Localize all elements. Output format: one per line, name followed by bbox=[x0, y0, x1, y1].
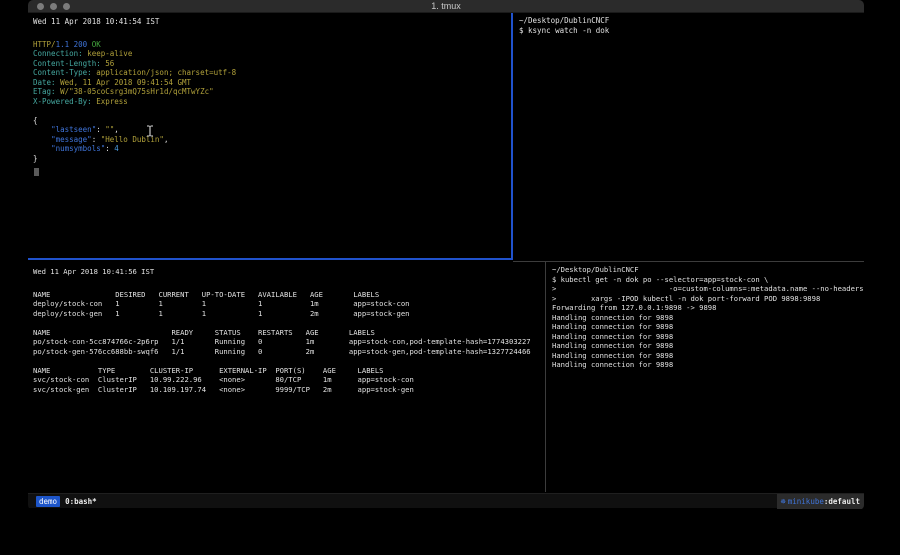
session-name-badge: demo bbox=[36, 496, 60, 507]
pane-ksync[interactable]: ~/Desktop/DublinCNCF $ ksync watch -n do… bbox=[513, 13, 864, 258]
cwd-line: ~/Desktop/DublinCNCF bbox=[519, 16, 864, 26]
command-line: $ ksync watch -n dok bbox=[519, 26, 864, 36]
kube-context-name: minikube bbox=[788, 494, 824, 509]
http-header-line: X-Powered-By: Express bbox=[33, 97, 511, 107]
pane-port-forward[interactable]: ~/Desktop/DublinCNCF $ kubectl get -n do… bbox=[546, 262, 864, 492]
kube-context-badge: ☸ minikube :default bbox=[777, 494, 864, 509]
terminal-cursor bbox=[34, 168, 39, 176]
port-forward-output: ~/Desktop/DublinCNCF $ kubectl get -n do… bbox=[552, 265, 864, 370]
json-close-brace: } bbox=[33, 154, 511, 164]
terminal-window: 1. tmux Wed 11 Apr 2018 10:41:54 IST HTT… bbox=[28, 0, 864, 510]
deployments-table: NAME DESIRED CURRENT UP-TO-DATE AVAILABL… bbox=[33, 290, 545, 319]
http-header-line: Connection: keep-alive bbox=[33, 49, 511, 59]
http-header-line: Content-Length: 56 bbox=[33, 59, 511, 69]
tmux-status-bar: demo 0:bash* ☸ minikube :default bbox=[28, 493, 864, 508]
pane-http-response[interactable]: Wed 11 Apr 2018 10:41:54 IST HTTP/1.1 20… bbox=[28, 13, 511, 258]
text-cursor-pointer-icon bbox=[146, 125, 154, 140]
json-entry: "lastseen": "", bbox=[33, 125, 511, 135]
http-header-line: Content-Type: application/json; charset=… bbox=[33, 68, 511, 78]
window-tab-bash[interactable]: 0:bash* bbox=[65, 494, 97, 509]
kube-namespace: :default bbox=[824, 494, 860, 509]
json-entry: "message": "Hello Dublin", bbox=[33, 135, 511, 145]
json-entry: "numsymbols": 4 bbox=[33, 144, 511, 154]
http-header-line: ETag: W/"38-05coCsrg3mQ75sHr1d/qcMTwYZc" bbox=[33, 87, 511, 97]
timestamp-line: Wed 11 Apr 2018 10:41:56 IST bbox=[33, 267, 545, 277]
window-title: 1. tmux bbox=[28, 1, 864, 11]
timestamp-line: Wed 11 Apr 2018 10:41:54 IST bbox=[33, 17, 511, 27]
tmux-session: Wed 11 Apr 2018 10:41:54 IST HTTP/1.1 20… bbox=[28, 13, 864, 510]
http-status-line: HTTP/1.1 200 OK bbox=[33, 40, 511, 50]
services-table: NAME TYPE CLUSTER-IP EXTERNAL-IP PORT(S)… bbox=[33, 366, 545, 395]
kubernetes-helm-icon: ☸ bbox=[781, 494, 786, 509]
pods-table: NAME READY STATUS RESTARTS AGE LABELS po… bbox=[33, 328, 545, 357]
window-titlebar: 1. tmux bbox=[28, 0, 864, 13]
http-header-line: Date: Wed, 11 Apr 2018 09:41:54 GMT bbox=[33, 78, 511, 88]
json-open-brace: { bbox=[33, 116, 511, 126]
pane-kubectl-resources[interactable]: Wed 11 Apr 2018 10:41:56 IST NAME DESIRE… bbox=[28, 260, 545, 492]
